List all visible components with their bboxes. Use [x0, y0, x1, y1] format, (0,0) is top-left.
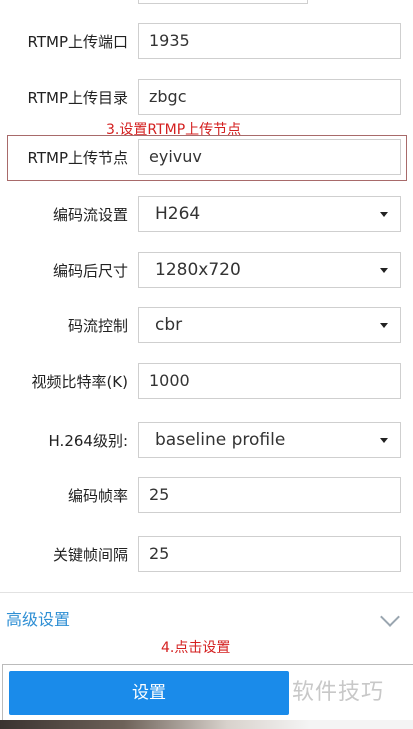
- bitrate-control-select[interactable]: cbr: [138, 307, 401, 343]
- dropdown-caret-icon: [380, 268, 388, 273]
- watermark-text: 软件技巧: [292, 680, 385, 705]
- label-keyframe-interval: 关键帧间隔: [52, 546, 128, 564]
- rtmp-port-input[interactable]: 1935: [138, 23, 401, 59]
- row-rtmp-port: RTMP上传端口 1935: [0, 20, 413, 64]
- chevron-down-icon: [380, 607, 400, 627]
- advanced-settings-toggle[interactable]: 高级设置: [0, 596, 413, 642]
- label-h264-level: H.264级别:: [48, 432, 128, 450]
- row-encode-fps: 编码帧率 25: [0, 474, 413, 518]
- label-encode-fps: 编码帧率: [67, 487, 128, 505]
- h264-level-value: baseline profile: [155, 430, 286, 450]
- encode-fps-input[interactable]: 25: [138, 477, 401, 513]
- encode-size-value: 1280x720: [155, 260, 241, 280]
- previous-field-edge: [138, 0, 308, 4]
- row-keyframe-interval: 关键帧间隔 25: [0, 533, 413, 577]
- encode-stream-value: H264: [155, 204, 201, 224]
- keyframe-interval-input[interactable]: 25: [138, 536, 401, 572]
- label-video-bitrate: 视频比特率(K): [31, 373, 128, 391]
- row-rtmp-node: RTMP上传节点 eyivuv: [0, 136, 413, 180]
- row-video-bitrate: 视频比特率(K) 1000: [0, 360, 413, 404]
- rtmp-node-input[interactable]: eyivuv: [138, 139, 401, 175]
- encode-stream-select[interactable]: H264: [138, 196, 401, 232]
- label-encode-stream: 编码流设置: [52, 206, 128, 224]
- row-encode-stream: 编码流设置 H264: [0, 193, 413, 237]
- label-rtmp-port: RTMP上传端口: [27, 33, 128, 51]
- row-encode-size: 编码后尺寸 1280x720: [0, 249, 413, 293]
- divider: [0, 592, 413, 593]
- row-rtmp-dir: RTMP上传目录 zbgc: [0, 76, 413, 120]
- label-bitrate-control: 码流控制: [67, 317, 128, 335]
- label-rtmp-node: RTMP上传节点: [27, 149, 128, 167]
- dropdown-caret-icon: [380, 323, 388, 328]
- label-encode-size: 编码后尺寸: [52, 262, 128, 280]
- rtmp-dir-input[interactable]: zbgc: [138, 79, 401, 115]
- label-rtmp-dir: RTMP上传目录: [27, 89, 128, 107]
- video-bitrate-input[interactable]: 1000: [138, 363, 401, 399]
- annotation-step4: 4.点击设置: [161, 640, 231, 656]
- bitrate-control-value: cbr: [155, 315, 183, 335]
- row-bitrate-control: 码流控制 cbr: [0, 304, 413, 348]
- row-h264-level: H.264级别: baseline profile: [0, 419, 413, 463]
- encode-size-select[interactable]: 1280x720: [138, 252, 401, 288]
- dropdown-caret-icon: [380, 212, 388, 217]
- advanced-settings-label: 高级设置: [6, 610, 71, 629]
- dropdown-caret-icon: [380, 438, 388, 443]
- submit-button[interactable]: 设置: [9, 671, 289, 715]
- h264-level-select[interactable]: baseline profile: [138, 422, 401, 458]
- bottom-image-strip: [0, 720, 413, 729]
